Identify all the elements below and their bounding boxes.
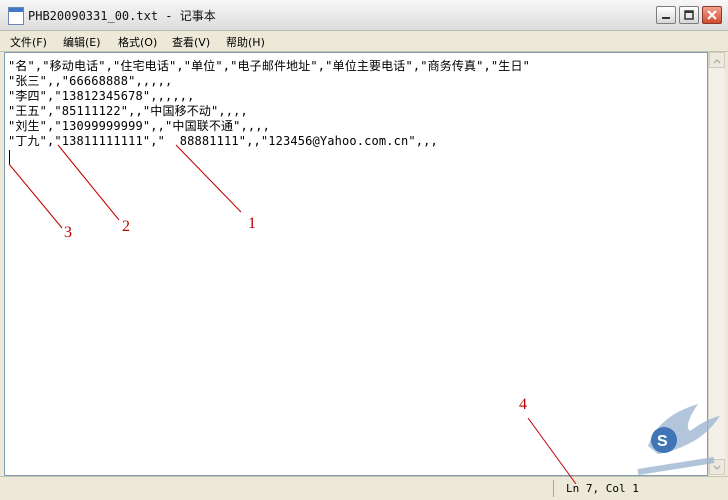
window-title: PHB20090331_00.txt - 记事本 bbox=[28, 9, 216, 23]
maximize-button[interactable] bbox=[679, 6, 699, 24]
annotation-number-1: 1 bbox=[248, 215, 256, 232]
close-button[interactable] bbox=[702, 6, 722, 24]
text-editor[interactable]: "名","移动电话","住宅电话","单位","电子邮件地址","单位主要电话"… bbox=[4, 52, 708, 476]
menu-format[interactable]: 格式(O) bbox=[118, 34, 157, 50]
menu-bar: 文件(F) 编辑(E) 格式(O) 查看(V) 帮助(H) bbox=[0, 31, 728, 52]
menu-edit[interactable]: 编辑(E) bbox=[63, 34, 101, 50]
maximize-icon bbox=[684, 10, 694, 20]
text-line: "丁九","13811111111"," 88881111",,"123456@… bbox=[8, 134, 438, 148]
title-bar[interactable]: PHB20090331_00.txt - 记事本 bbox=[0, 0, 728, 31]
annotation-number-3: 3 bbox=[64, 224, 72, 241]
notepad-window: PHB20090331_00.txt - 记事本 文件(F) 编辑(E) 格式(… bbox=[0, 0, 728, 500]
text-caret bbox=[9, 150, 10, 164]
close-icon bbox=[707, 10, 717, 20]
scroll-up-button[interactable] bbox=[709, 52, 725, 68]
menu-view[interactable]: 查看(V) bbox=[172, 34, 210, 50]
status-bar: Ln 7, Col 1 bbox=[0, 476, 728, 500]
scroll-up-icon bbox=[713, 58, 721, 64]
status-divider bbox=[553, 480, 554, 497]
watermark-logo: S bbox=[637, 404, 720, 475]
menu-file[interactable]: 文件(F) bbox=[10, 34, 47, 50]
svg-text:S: S bbox=[657, 433, 668, 450]
minimize-icon bbox=[662, 17, 670, 19]
notepad-icon bbox=[8, 7, 24, 25]
annotation-number-2: 2 bbox=[122, 218, 130, 235]
annotation-number-4: 4 bbox=[519, 396, 527, 413]
minimize-button[interactable] bbox=[656, 6, 676, 24]
menu-help[interactable]: 帮助(H) bbox=[226, 34, 265, 50]
